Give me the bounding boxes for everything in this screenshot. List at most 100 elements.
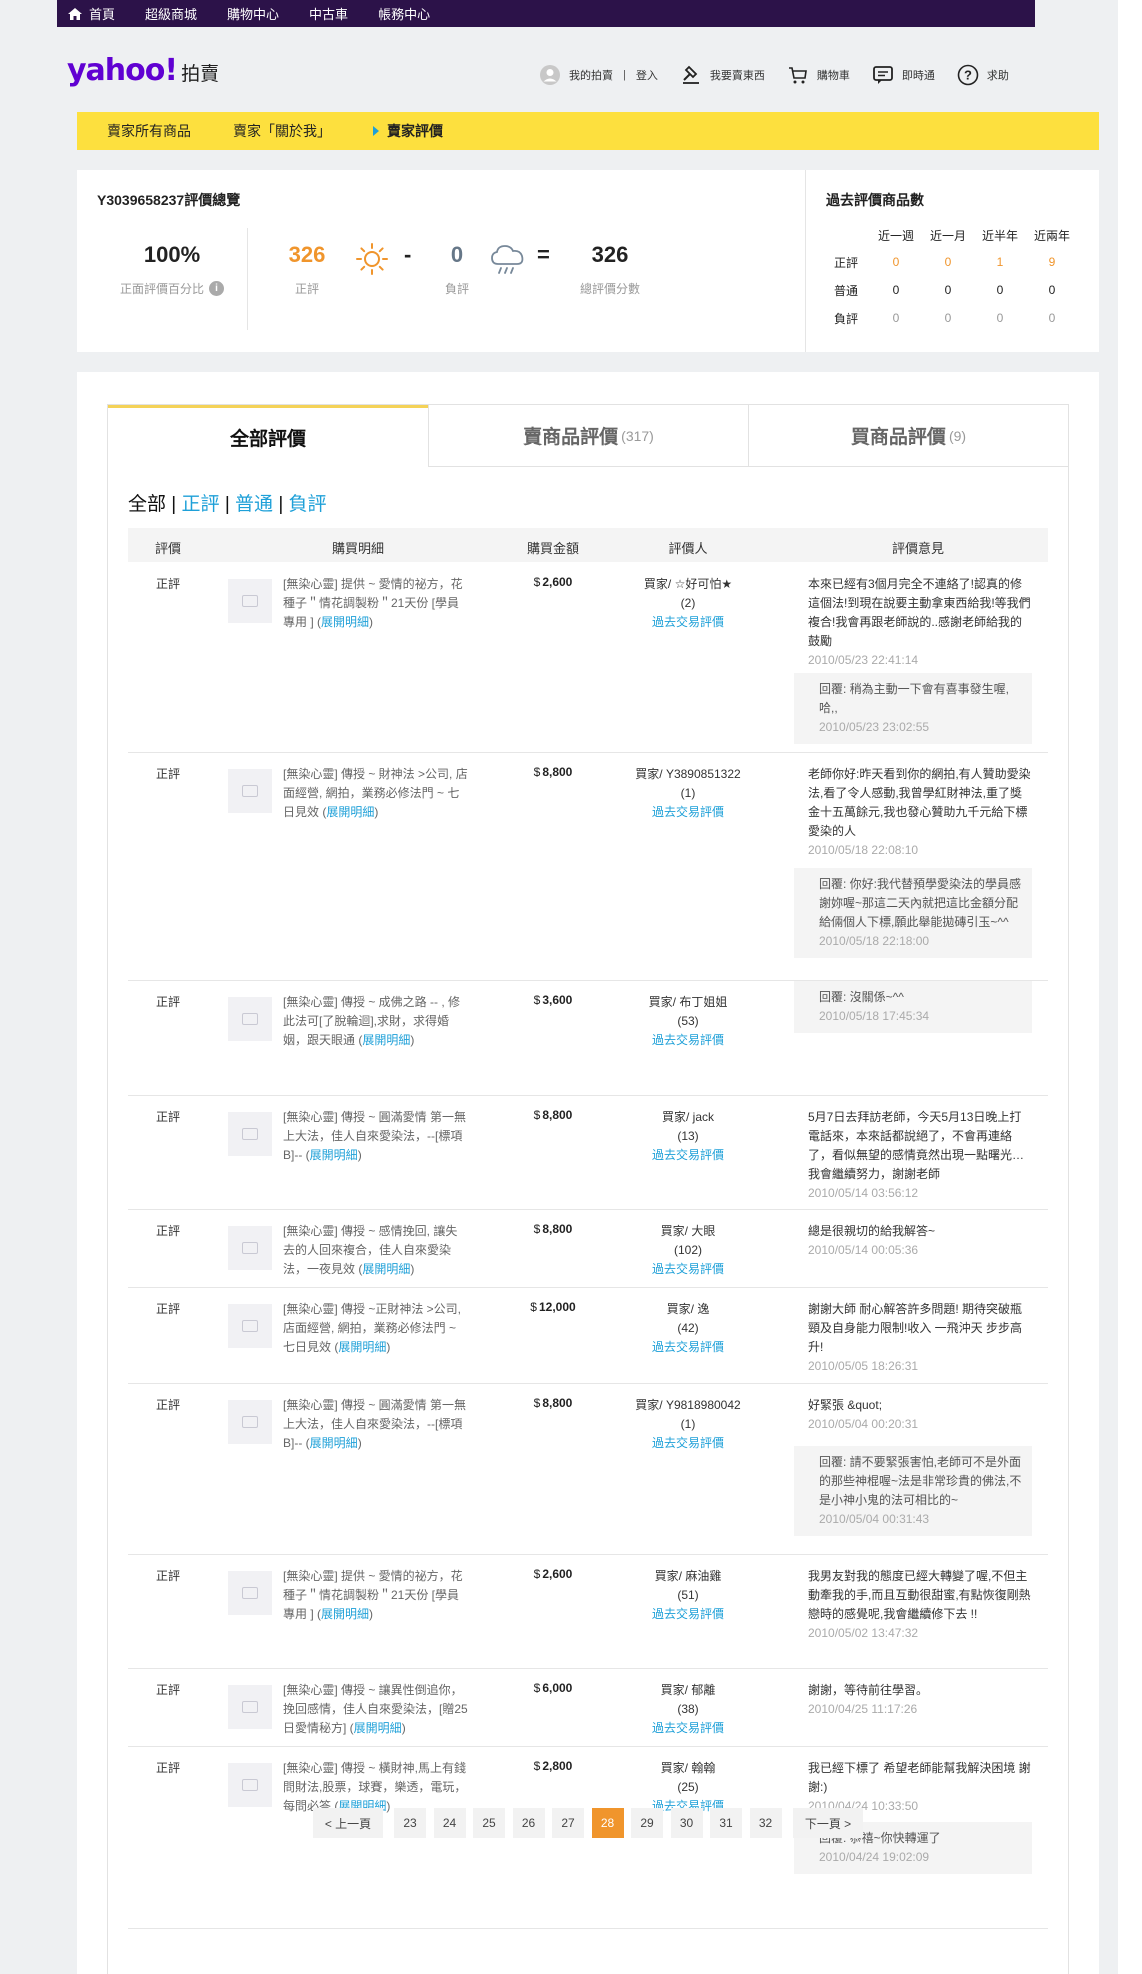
past-cell: 0 [996, 283, 1004, 297]
item-thumbnail[interactable] [228, 1763, 272, 1807]
page-link[interactable]: 24 [433, 1808, 466, 1838]
table-row: 正評 [無染心靈] 傳授 ~正財神法 >公司, 店面經營, 網拍，業務必修法門 ~… [128, 1288, 1048, 1384]
item-thumbnail[interactable] [228, 1226, 272, 1270]
topnav-shopping[interactable]: 購物中心 [227, 4, 279, 23]
rater-name[interactable]: 買家/ 翰翰 [598, 1759, 778, 1778]
row-desc-text: [無染心靈] 提供 ~ 愛情的祕方，花種子＂情花調製粉＂21天份 [學員專用 ]… [283, 577, 463, 629]
yahoo-logo[interactable]: yahoo! 拍賣 [67, 53, 219, 88]
page-link[interactable]: 29 [631, 1808, 663, 1838]
col-rating: 評價 [154, 541, 181, 556]
page-link[interactable]: 32 [749, 1808, 782, 1838]
filter-separator: | [171, 494, 177, 515]
expand-details-link[interactable]: 展開明細 [310, 1148, 358, 1162]
expand-details-link[interactable]: 展開明細 [321, 1607, 369, 1621]
item-thumbnail[interactable] [228, 997, 272, 1041]
filter-negative[interactable]: 負評 [289, 494, 327, 515]
item-thumbnail[interactable] [228, 1112, 272, 1156]
past-trades-link[interactable]: 過去交易評價 [598, 1605, 778, 1624]
seller-nav-bar: 賣家所有商品 賣家「關於我」 賣家評價 [77, 112, 1099, 150]
seller-about-me[interactable]: 賣家「關於我」 [233, 121, 331, 141]
page-current[interactable]: 28 [591, 1808, 624, 1838]
topnav-home[interactable]: 首頁 [67, 4, 115, 23]
page-link[interactable]: 27 [552, 1808, 584, 1838]
comment-time: 2010/05/04 00:20:31 [808, 1417, 919, 1431]
col-amount: 購買金額 [526, 541, 579, 556]
rater-name[interactable]: 買家/ 大眼 [598, 1222, 778, 1241]
rater-name[interactable]: 買家/ 郁離 [598, 1681, 778, 1700]
filter-neutral[interactable]: 普通 [235, 494, 273, 515]
expand-details-link[interactable]: 展開明細 [362, 1262, 410, 1276]
page-link[interactable]: 31 [710, 1808, 742, 1838]
help-link[interactable]: ? 求助 [957, 64, 1009, 86]
rater-count: (1) [680, 786, 696, 800]
past-cell: 0 [944, 283, 952, 297]
rater-name[interactable]: 買家/ Y9818980042 [598, 1396, 778, 1415]
past-trades-link[interactable]: 過去交易評價 [598, 1719, 778, 1738]
expand-details-link[interactable]: 展開明細 [362, 1033, 410, 1047]
filter-separator: | [278, 494, 284, 515]
topnav-mall[interactable]: 超級商城 [145, 4, 197, 23]
rater-name[interactable]: 買家/ 逸 [598, 1300, 778, 1319]
table-row: 正評 [無染心靈] 提供 ~ 愛情的祕方，花種子＂情花調製粉＂21天份 [學員專用… [128, 563, 1048, 753]
chat-link[interactable]: 即時通 [872, 64, 935, 86]
image-placeholder-icon [242, 1013, 258, 1025]
filter-positive[interactable]: 正評 [182, 494, 220, 515]
expand-details-link[interactable]: 展開明細 [310, 1436, 358, 1450]
tab-buying-ratings[interactable]: 買商品評價 (9) [748, 405, 1068, 467]
info-icon[interactable]: i [209, 281, 224, 296]
rater-name[interactable]: 買家/ 布丁姐姐 [598, 993, 778, 1012]
tab-selling-ratings[interactable]: 賣商品評價 (317) [428, 405, 748, 467]
row-rater: 買家/ Y9818980042 (1) 過去交易評價 [598, 1396, 778, 1453]
rater-name[interactable]: 買家/ jack [598, 1108, 778, 1127]
tab-all-ratings[interactable]: 全部評價 [108, 405, 428, 467]
rater-name[interactable]: 買家/ Y3890851322 [598, 765, 778, 784]
expand-details-link[interactable]: 展開明細 [338, 1340, 386, 1354]
past-cell: 0 [996, 311, 1004, 325]
rater-name[interactable]: 買家/ 麻油雞 [598, 1567, 778, 1586]
seller-all-items[interactable]: 賣家所有商品 [107, 121, 191, 141]
expand-details-link[interactable]: 展開明細 [354, 1721, 402, 1735]
topnav-home-label: 首頁 [89, 7, 116, 22]
chat-label: 即時通 [901, 70, 935, 82]
item-thumbnail[interactable] [228, 1400, 272, 1444]
seller-ratings-active[interactable]: 賣家評價 [373, 121, 443, 141]
item-thumbnail[interactable] [228, 1571, 272, 1615]
past-trades-link[interactable]: 過去交易評價 [598, 1260, 778, 1279]
topnav-used-cars[interactable]: 中古車 [309, 4, 348, 23]
row-rating: 正評 [155, 577, 180, 591]
topnav-billing[interactable]: 帳務中心 [378, 4, 430, 23]
row-comment: 謝謝，等待前往學習。 2010/04/25 11:17:26 [808, 1681, 1033, 1719]
past-ratings-panel: 過去評價商品數 近一週 近一月 近半年 近兩年 正評 0 0 1 9 普通 0 … [805, 170, 1099, 352]
sell-link[interactable]: 我要賣東西 [680, 64, 765, 86]
filter-all[interactable]: 全部 [128, 494, 166, 515]
my-auction-link[interactable]: 我的拍賣 | 登入 [539, 64, 658, 86]
past-trades-link[interactable]: 過去交易評價 [598, 1434, 778, 1453]
item-thumbnail[interactable] [228, 579, 272, 623]
comment-text: 我男友對我的態度已經大轉變了喔,不但主動牽我的手,而且互動很甜蜜,有點恢復剛熱戀… [808, 1569, 1031, 1621]
next-page-button[interactable]: 下一頁 > [793, 1808, 863, 1838]
expand-details-link[interactable]: 展開明細 [321, 615, 369, 629]
prev-page-button[interactable]: < 上一頁 [313, 1808, 383, 1838]
past-trades-link[interactable]: 過去交易評價 [598, 1031, 778, 1050]
login-link[interactable]: 登入 [636, 67, 658, 83]
past-trades-link[interactable]: 過去交易評價 [598, 1338, 778, 1357]
cart-link[interactable]: 購物車 [787, 64, 850, 86]
page-link[interactable]: 26 [512, 1808, 545, 1838]
past-trades-link[interactable]: 過去交易評價 [598, 803, 778, 822]
tab-selling-count: (317) [621, 427, 654, 444]
seller-reply: 回覆: 沒關係~^^ 2010/05/18 17:45:34 [794, 981, 1032, 1033]
page-link[interactable]: 23 [394, 1808, 426, 1838]
rater-name[interactable]: 買家/ ☆好可怕★ [598, 575, 778, 594]
page-link[interactable]: 25 [473, 1808, 505, 1838]
expand-details-link[interactable]: 展開明細 [326, 805, 374, 819]
item-thumbnail[interactable] [228, 769, 272, 813]
summary-divider [247, 228, 248, 330]
page-link[interactable]: 30 [670, 1808, 703, 1838]
past-trades-link[interactable]: 過去交易評價 [598, 1146, 778, 1165]
active-triangle-icon [373, 126, 379, 136]
seller-ratings-label: 賣家評價 [387, 123, 443, 139]
item-thumbnail[interactable] [228, 1304, 272, 1348]
item-thumbnail[interactable] [228, 1685, 272, 1729]
past-header: 近一月 [929, 228, 966, 243]
past-trades-link[interactable]: 過去交易評價 [598, 613, 778, 632]
